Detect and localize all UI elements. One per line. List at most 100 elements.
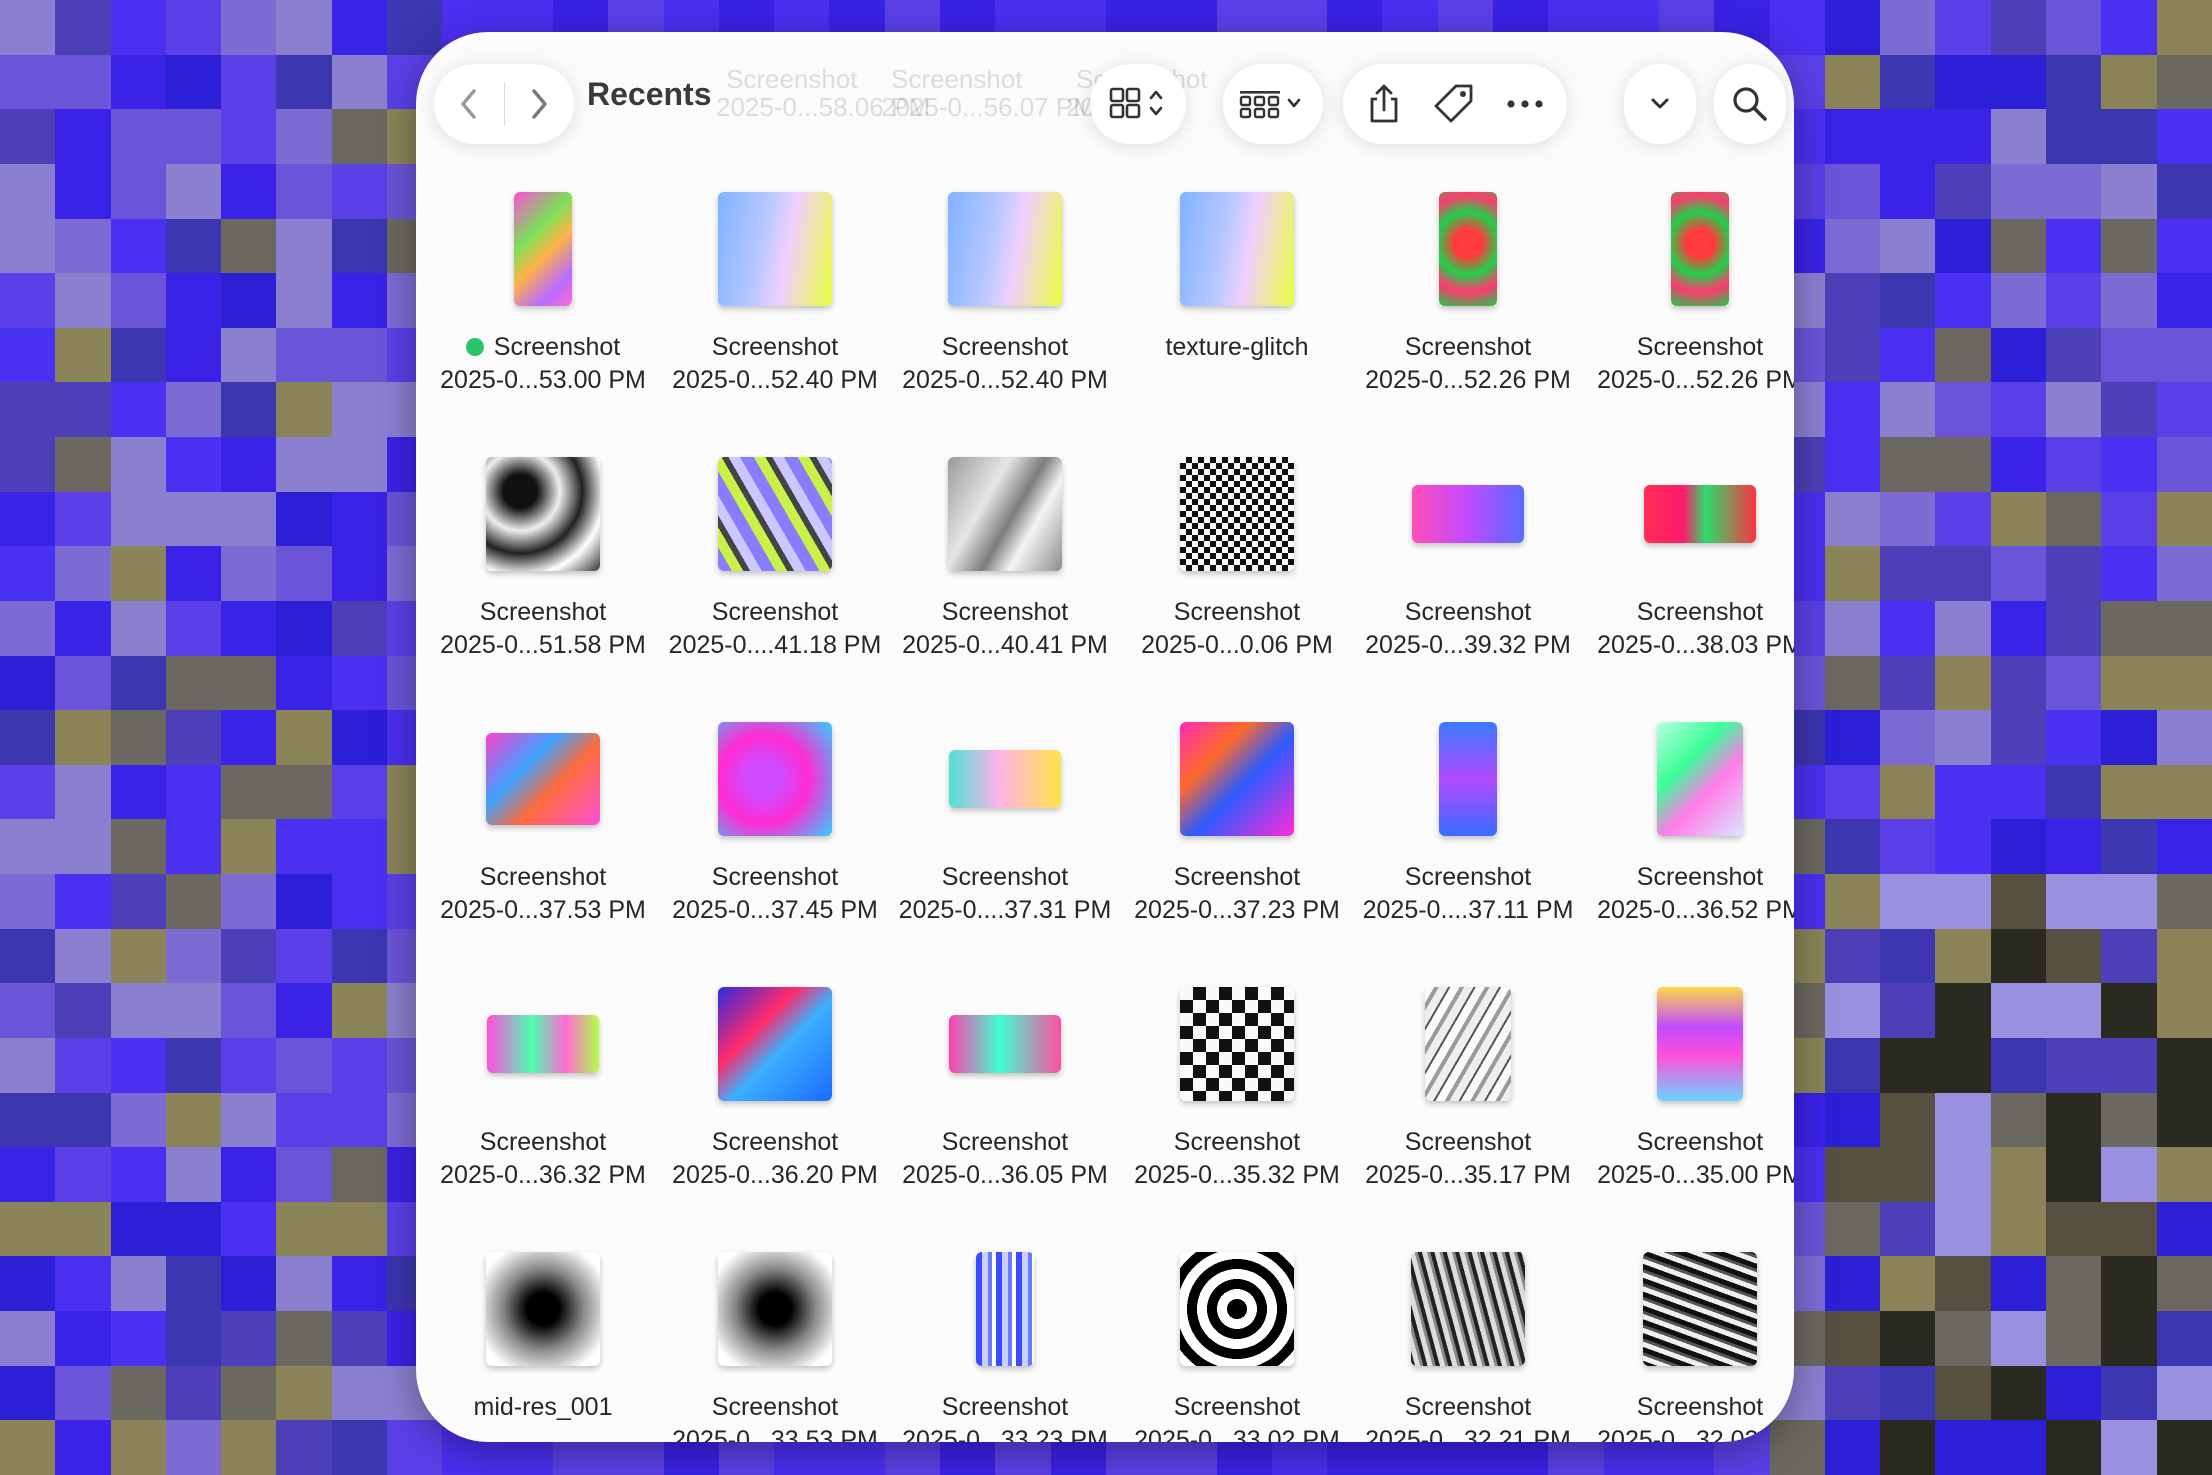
forward-button[interactable]	[505, 64, 575, 144]
file-name: Screenshot	[1122, 598, 1352, 627]
group-by-button[interactable]	[1223, 64, 1323, 144]
file-thumbnail[interactable]	[718, 192, 832, 306]
file-thumbnail[interactable]	[1657, 722, 1743, 836]
file-thumbnail[interactable]	[1644, 485, 1756, 543]
file-name-text: Screenshot	[1636, 1128, 1764, 1156]
file-name: Screenshot	[890, 863, 1120, 892]
file-thumbnail[interactable]	[1657, 987, 1743, 1101]
file-name-text: Screenshot	[1404, 1393, 1532, 1421]
file-thumbnail[interactable]	[1180, 192, 1294, 306]
file-date: 2025-0...52.26 PM	[1597, 366, 1794, 394]
file-name: Screenshot	[1122, 1393, 1352, 1422]
files-window: Screenshot 2025-0...58.06 PM Screenshot 202…	[416, 32, 1794, 1442]
file-thumbnail[interactable]	[1180, 722, 1294, 836]
file-thumbnail[interactable]	[1180, 457, 1294, 571]
file-date: 2025-0...38.03 PM	[1597, 631, 1794, 659]
file-thumbnail[interactable]	[487, 1015, 599, 1073]
share-icon[interactable]	[1366, 83, 1402, 125]
view-mode-button[interactable]	[1090, 64, 1186, 144]
back-button[interactable]	[434, 64, 504, 144]
file-name: Screenshot	[1122, 863, 1352, 892]
file-thumbnail[interactable]	[1180, 1252, 1294, 1366]
file-thumbnail[interactable]	[486, 733, 600, 825]
file-thumbnail[interactable]	[949, 750, 1061, 808]
file-date: 2025-0...36.32 PM	[440, 1161, 646, 1189]
file-thumbnail[interactable]	[949, 1015, 1061, 1073]
file-name: Screenshot	[660, 1393, 890, 1422]
file-date: 2025-0...52.40 PM	[902, 366, 1108, 394]
file-name-text: Screenshot	[479, 863, 607, 891]
file-thumbnail[interactable]	[1439, 192, 1497, 306]
file-date: 2025-0...52.40 PM	[672, 366, 878, 394]
tag-icon[interactable]	[1432, 82, 1476, 126]
chevron-down-icon	[1650, 97, 1670, 111]
file-thumbnail[interactable]	[1671, 192, 1729, 306]
file-name: Screenshot	[660, 333, 890, 362]
file-name: Screenshot	[660, 1128, 890, 1157]
more-options-button[interactable]	[1624, 64, 1696, 144]
file-thumbnail[interactable]	[976, 1252, 1034, 1366]
file-name-text: Screenshot	[941, 1393, 1069, 1421]
file-name-text: Screenshot	[711, 863, 839, 891]
file-name-text: Screenshot	[1173, 1128, 1301, 1156]
file-thumbnail[interactable]	[1425, 987, 1511, 1101]
file-name-text: Screenshot	[711, 1393, 839, 1421]
file-date: 2025-0...35.32 PM	[1134, 1161, 1340, 1189]
actions-group	[1343, 64, 1567, 144]
ghost-title-text: Screenshot	[891, 64, 1023, 94]
file-thumbnail[interactable]	[1643, 1252, 1757, 1366]
file-thumbnail[interactable]	[1411, 1252, 1525, 1366]
navigation-buttons	[434, 64, 574, 144]
file-name-text: Screenshot	[941, 863, 1069, 891]
file-date: 2025-0...37.45 PM	[672, 896, 878, 924]
file-name: Screenshot	[890, 1393, 1120, 1422]
file-date: 2025-0...32.02 PM	[1597, 1426, 1794, 1442]
file-date: 2025-0...36.05 PM	[902, 1161, 1108, 1189]
file-thumbnail[interactable]	[718, 457, 832, 571]
file-name-text: Screenshot	[479, 1128, 607, 1156]
file-thumbnail[interactable]	[1412, 485, 1524, 543]
file-date: 2025-0...36.52 PM	[1597, 896, 1794, 924]
file-name: Screenshot	[890, 333, 1120, 362]
file-name-text: Screenshot	[1636, 333, 1764, 361]
file-thumbnail[interactable]	[1439, 722, 1497, 836]
grid-view-icon	[1108, 86, 1168, 122]
file-name: Screenshot	[428, 333, 658, 362]
file-name: texture-glitch	[1122, 333, 1352, 362]
file-date: 2025-0...35.00 PM	[1597, 1161, 1794, 1189]
file-date: 2025-0...51.58 PM	[440, 631, 646, 659]
file-date: 2025-0...33.23 PM	[902, 1426, 1108, 1442]
file-name-text: Screenshot	[711, 598, 839, 626]
file-name-text: Screenshot	[1404, 333, 1532, 361]
file-thumbnail[interactable]	[486, 1252, 600, 1366]
file-name: Screenshot	[890, 1128, 1120, 1157]
file-thumbnail[interactable]	[514, 192, 572, 306]
file-name: Screenshot	[428, 598, 658, 627]
ghost-title-text: Screenshot	[726, 64, 858, 94]
file-thumbnail[interactable]	[718, 1252, 832, 1366]
file-thumbnail[interactable]	[718, 722, 832, 836]
file-name-text: Screenshot	[1173, 863, 1301, 891]
file-name-text: Screenshot	[941, 598, 1069, 626]
file-name: Screenshot	[1585, 1128, 1794, 1157]
file-thumbnail[interactable]	[486, 457, 600, 571]
file-name-text: Screenshot	[1636, 863, 1764, 891]
ellipsis-icon[interactable]	[1506, 99, 1544, 109]
file-thumbnail[interactable]	[948, 457, 1062, 571]
file-name: Screenshot	[1353, 1128, 1583, 1157]
file-thumbnail[interactable]	[1180, 987, 1294, 1101]
file-name: mid-res_001	[428, 1393, 658, 1422]
file-name: Screenshot	[660, 863, 890, 892]
file-date: 2025-0...39.32 PM	[1365, 631, 1571, 659]
search-icon	[1731, 85, 1769, 123]
file-date: 2025-0...37.53 PM	[440, 896, 646, 924]
file-thumbnail[interactable]	[718, 987, 832, 1101]
file-name-text: Screenshot	[1636, 1393, 1764, 1421]
file-name-text: Screenshot	[1404, 598, 1532, 626]
file-thumbnail[interactable]	[948, 192, 1062, 306]
file-date: 2025-0...33.02 PM	[1134, 1426, 1340, 1442]
search-button[interactable]	[1714, 64, 1786, 144]
file-name: Screenshot	[1122, 1128, 1352, 1157]
file-date: 2025-0...32.21 PM	[1365, 1426, 1571, 1442]
file-name-text: Screenshot	[711, 1128, 839, 1156]
